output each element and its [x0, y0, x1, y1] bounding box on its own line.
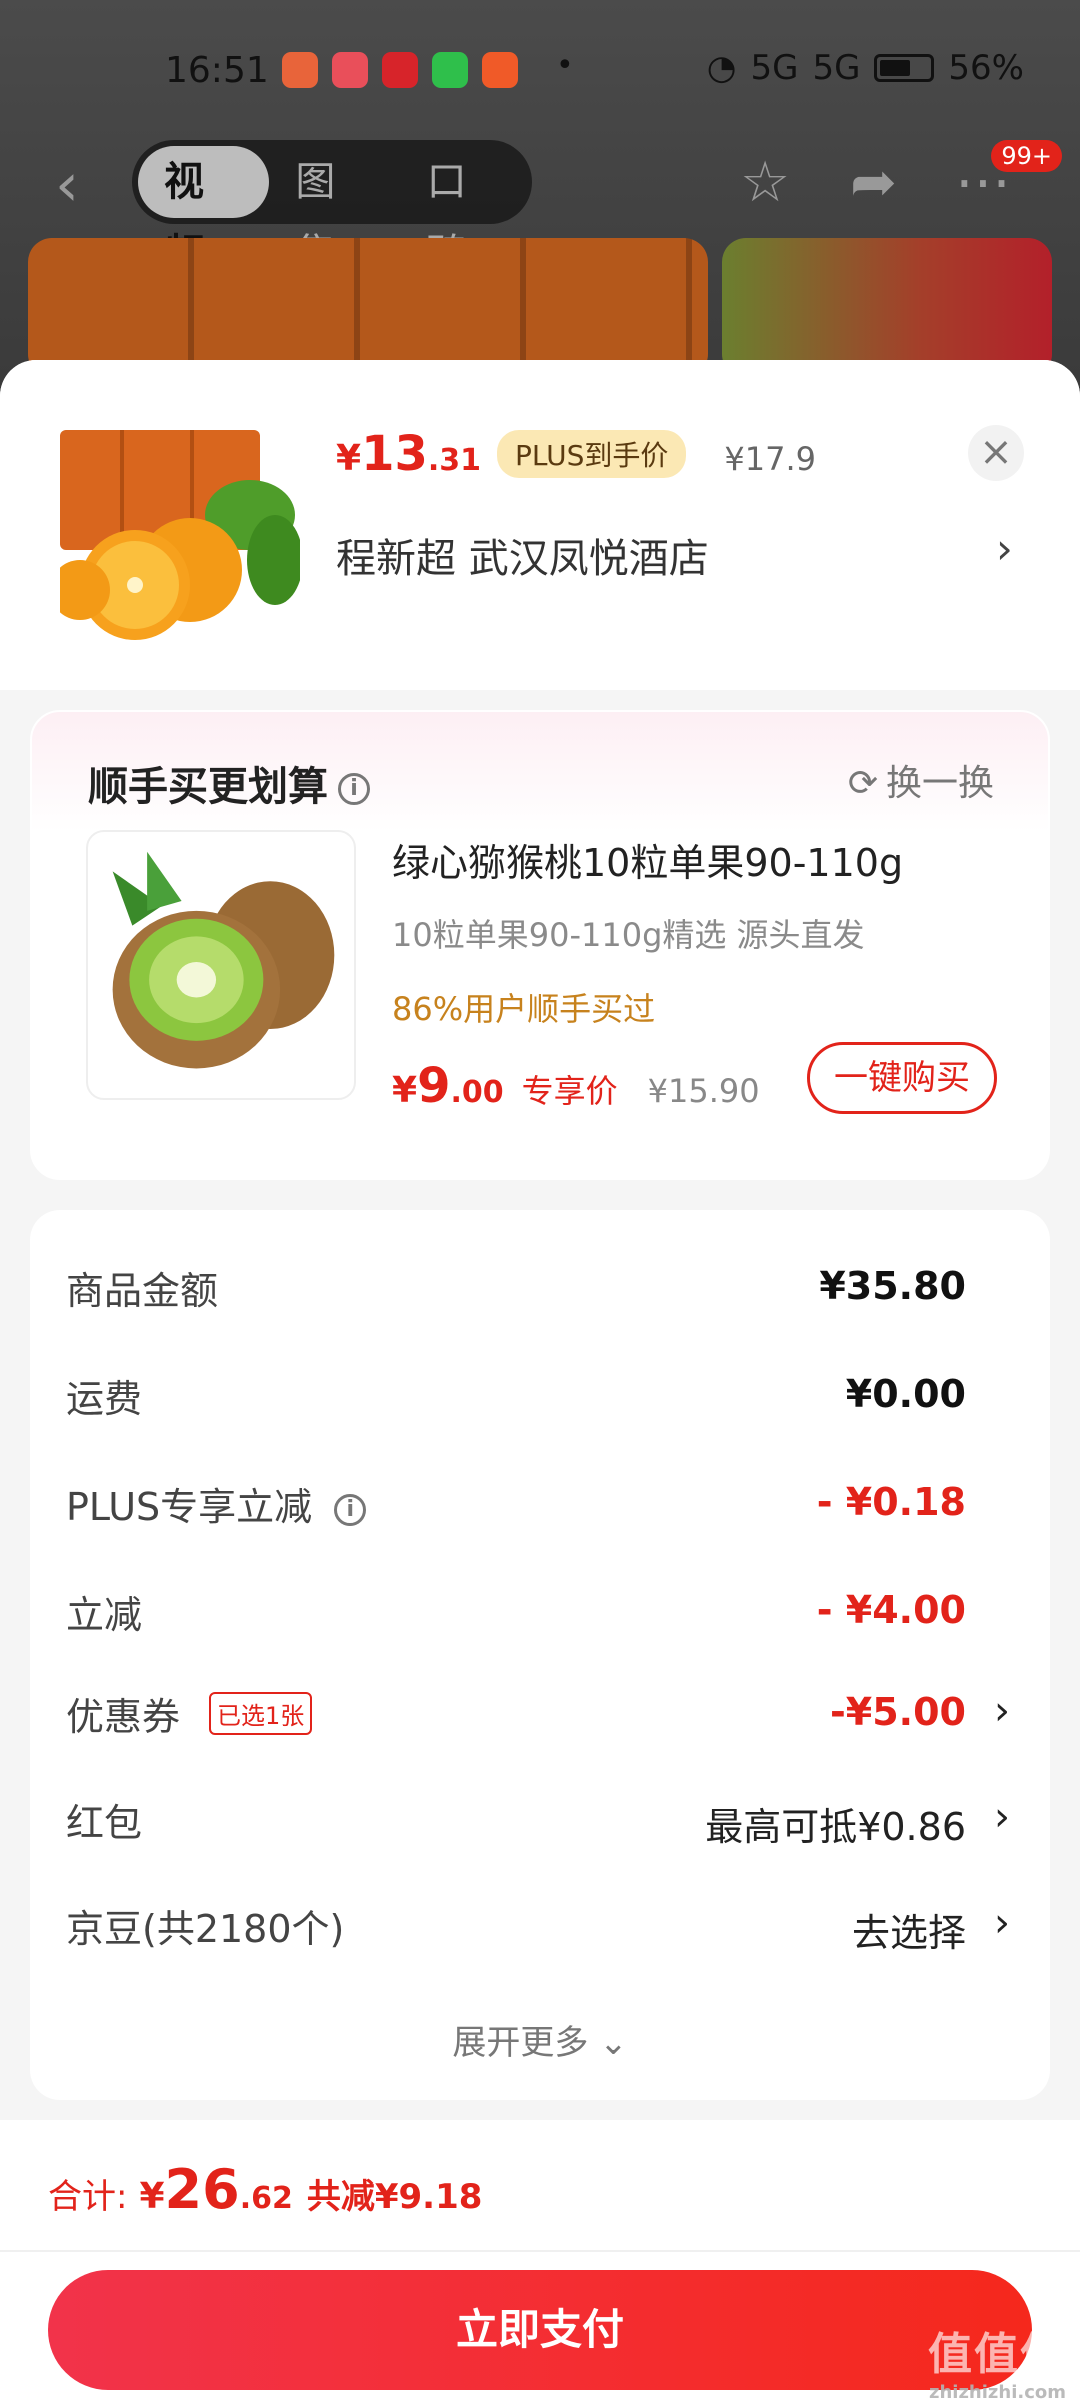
close-icon[interactable]: × [968, 425, 1024, 481]
price-integer: 9 [417, 1058, 451, 1114]
media-tabs: 视频 图集 口碑 [132, 140, 532, 277]
recommend-original-price: ¥15.90 [647, 1072, 760, 1110]
detail-value: ¥0.00 [845, 1372, 966, 1416]
more-notifications-dot: • [556, 48, 574, 83]
info-icon[interactable]: i [338, 773, 370, 805]
total-saved: 共减¥9.18 [306, 2177, 483, 2217]
expand-more-button[interactable]: 展开更多 ⌄ [30, 2015, 1050, 2064]
price-currency: ¥ [392, 1070, 418, 1111]
plus-discount-label: PLUS专享立减 [66, 1485, 313, 1529]
app-notification-icon [432, 52, 468, 88]
notification-icons [282, 52, 518, 88]
swap-label: 换一换 [885, 763, 994, 804]
recommend-bought-rate: 86%用户顺手买过 [392, 990, 656, 1028]
detail-label: 商品金额 [66, 1269, 219, 1313]
price-currency: ¥ [336, 438, 362, 479]
watermark-logo: 值值值 [928, 2329, 1066, 2380]
chevron-right-icon[interactable]: › [994, 1900, 1010, 1946]
detail-label: 立减 [66, 1593, 143, 1637]
product-price: ¥ 13 .31 PLUS到手价 ¥17.9 [336, 426, 816, 482]
total-label: 合计: [48, 2177, 128, 2217]
status-bar: 16:51 • ◔ 5G 5G 56% [0, 40, 1080, 110]
exclusive-price-note: 专享价 [521, 1072, 618, 1110]
detail-label: 红包 [66, 1801, 143, 1845]
recommend-product-name[interactable]: 绿心猕猴桃10粒单果90-110g [392, 832, 903, 887]
chevron-right-icon[interactable]: › [994, 1688, 1010, 1734]
detail-row-red-packet[interactable]: 红包 最高可抵¥0.86 › [66, 1792, 1016, 1852]
price-decimal: .00 [450, 1075, 504, 1110]
battery-icon [874, 54, 935, 82]
total-integer: 26 [164, 2158, 240, 2221]
pay-now-button[interactable]: 立即支付 [48, 2270, 1032, 2390]
share-icon[interactable]: ➦ [850, 150, 897, 215]
detail-value: - ¥0.18 [816, 1480, 966, 1524]
refresh-icon: ⟳ [847, 763, 878, 804]
status-time: 16:51 [165, 50, 269, 91]
detail-label: 京豆(共2180个) [66, 1907, 345, 1951]
back-arrow-icon[interactable]: ‹ [55, 150, 79, 220]
star-icon[interactable]: ☆ [740, 150, 790, 215]
detail-row-subtotal: 商品金额 ¥35.80 [66, 1260, 1016, 1320]
message-badge: 99+ [991, 140, 1062, 172]
chevron-right-icon[interactable]: › [994, 1794, 1010, 1840]
chevron-right-icon[interactable]: › [996, 524, 1013, 573]
original-price: ¥17.9 [724, 440, 816, 478]
checkout-sheet: ¥ 13 .31 PLUS到手价 ¥17.9 × 程新超 武汉凤悦酒店 › 顺手… [0, 360, 1080, 2120]
detail-label: PLUS专享立减 i [66, 1476, 367, 1531]
add-on-recommendation: 顺手买更划算 i ⟳ 换一换 绿心猕猴桃10粒单果90-110g 10粒单果90-1… [30, 710, 1050, 1180]
price-integer: 13 [361, 426, 428, 482]
detail-row-instant-discount: 立减 - ¥4.00 [66, 1584, 1016, 1644]
tab-gallery[interactable]: 图集 [269, 146, 400, 277]
price-details: 商品金额 ¥35.80 运费 ¥0.00 PLUS专享立减 i - ¥0.18 … [30, 1210, 1050, 2100]
site-watermark: 值值值 zhizhizhi.com [928, 2318, 1066, 2400]
order-total: 合计: ¥ 26 .62 共减¥9.18 [48, 2158, 482, 2221]
app-notification-icon [482, 52, 518, 88]
detail-value: 去选择 [851, 1911, 966, 1955]
total-currency: ¥ [139, 2176, 165, 2217]
total-decimal: .62 [239, 2181, 293, 2216]
chevron-down-icon: ⌄ [599, 2023, 628, 2063]
coupon-selected-tag: 已选1张 [209, 1692, 313, 1735]
detail-value: 最高可抵¥0.86 [705, 1805, 966, 1849]
tab-reviews[interactable]: 口碑 [401, 146, 532, 277]
detail-label: 运费 [66, 1377, 143, 1421]
detail-row-jd-beans[interactable]: 京豆(共2180个) 去选择 › [66, 1898, 1016, 1958]
detail-value: - ¥4.00 [816, 1588, 966, 1632]
product-banner-image [28, 238, 708, 378]
recommend-product-image[interactable] [86, 830, 356, 1100]
detail-row-plus-discount: PLUS专享立减 i - ¥0.18 [66, 1476, 1016, 1536]
one-click-buy-button[interactable]: 一键购买 [807, 1042, 997, 1114]
divider [0, 2250, 1080, 2252]
status-right: ◔ 5G 5G 56% [707, 48, 1024, 88]
product-image [60, 430, 300, 640]
checkout-bar: 合计: ¥ 26 .62 共减¥9.18 立即支付 [0, 2120, 1080, 2400]
detail-row-shipping: 运费 ¥0.00 [66, 1368, 1016, 1428]
wifi-icon: ◔ [706, 48, 737, 88]
info-icon[interactable]: i [334, 1493, 367, 1526]
recommend-product-desc: 10粒单果90-110g精选 源头直发 [392, 916, 865, 954]
tab-video[interactable]: 视频 [138, 146, 270, 277]
detail-row-coupon[interactable]: 优惠券 已选1张 -¥5.00 › [66, 1686, 1016, 1746]
signal-icon: 5G [812, 48, 861, 88]
recommend-title-text: 顺手买更划算 [88, 764, 328, 810]
top-nav: ‹ 视频 图集 口碑 ☆ ➦ ⋯ 99+ [0, 140, 1080, 277]
swap-button[interactable]: ⟳ 换一换 [848, 754, 994, 806]
product-banner-image-2 [722, 238, 1052, 378]
price-decimal: .31 [427, 443, 482, 478]
battery-percent: 56% [948, 48, 1024, 88]
watermark-url: zhizhizhi.com [928, 2382, 1066, 2400]
app-notification-icon [332, 52, 368, 88]
recommend-title: 顺手买更划算 i [88, 754, 370, 812]
expand-label: 展开更多 [452, 2023, 589, 2063]
detail-value: ¥35.80 [819, 1264, 966, 1308]
plus-price-tag: PLUS到手价 [497, 430, 687, 478]
detail-label: 优惠券 [66, 1695, 181, 1739]
delivery-address[interactable]: 程新超 武汉凤悦酒店 [336, 526, 709, 584]
recommend-price: ¥ 9 .00 专享价 ¥15.90 [392, 1058, 760, 1114]
detail-value: -¥5.00 [830, 1690, 966, 1734]
product-summary: ¥ 13 .31 PLUS到手价 ¥17.9 × 程新超 武汉凤悦酒店 › [0, 360, 1080, 690]
app-notification-icon [282, 52, 318, 88]
app-notification-icon [382, 52, 418, 88]
signal-icon: 5G [750, 48, 799, 88]
